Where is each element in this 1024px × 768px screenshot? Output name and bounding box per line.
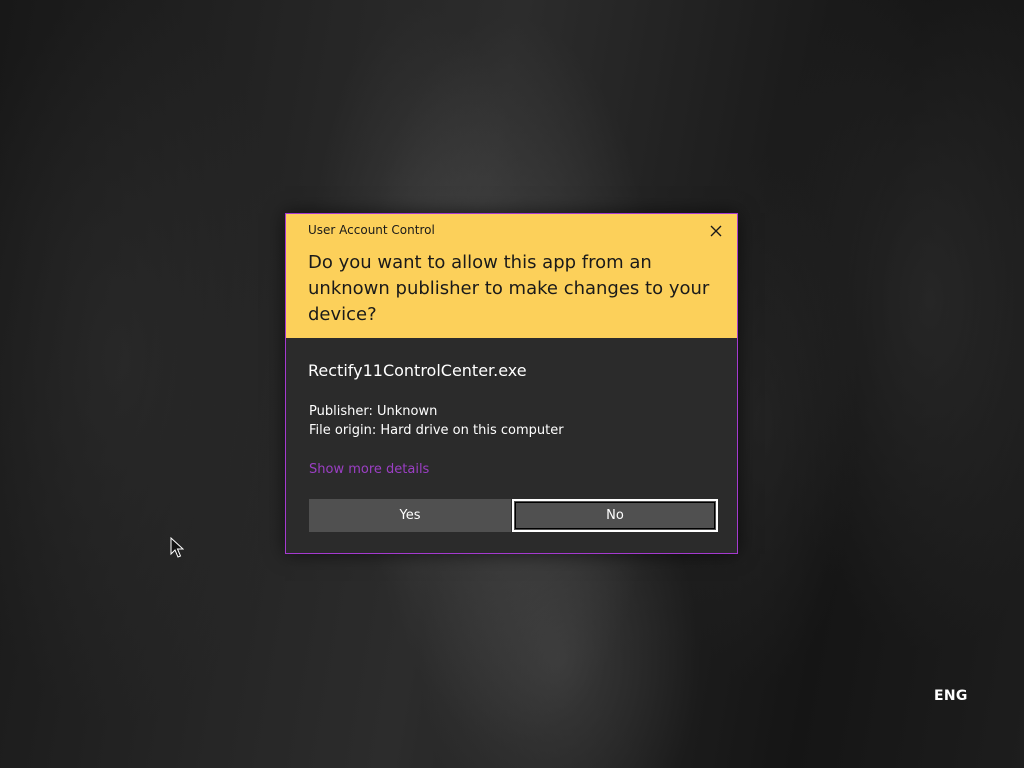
dialog-body: Rectify11ControlCenter.exe Publisher: Un…: [286, 338, 737, 553]
desktop-background: User Account Control Do you want to allo…: [0, 0, 1024, 768]
language-indicator[interactable]: ENG: [934, 688, 968, 704]
close-button[interactable]: [705, 220, 727, 242]
uac-dialog: User Account Control Do you want to allo…: [285, 213, 738, 554]
dialog-header: User Account Control Do you want to allo…: [286, 214, 737, 338]
app-name: Rectify11ControlCenter.exe: [308, 361, 527, 380]
dialog-title: User Account Control: [308, 223, 435, 237]
no-button[interactable]: No: [512, 499, 718, 532]
close-icon: [710, 225, 722, 237]
yes-button[interactable]: Yes: [309, 499, 511, 532]
mouse-pointer-icon: [170, 537, 184, 558]
file-origin-info: File origin: Hard drive on this computer: [309, 423, 564, 438]
publisher-info: Publisher: Unknown: [309, 404, 438, 419]
dialog-question: Do you want to allow this app from an un…: [308, 252, 710, 325]
show-more-details-link[interactable]: Show more details: [309, 462, 429, 477]
